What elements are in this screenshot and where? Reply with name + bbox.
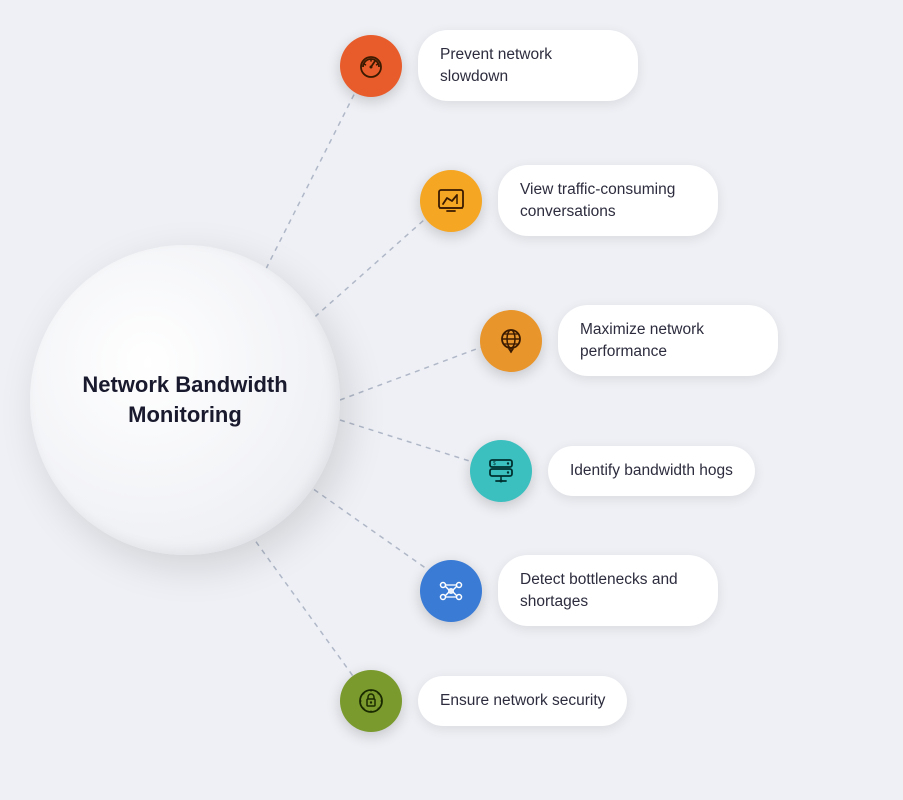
feature-label-6: Ensure network security xyxy=(418,676,627,726)
svg-text:$: $ xyxy=(493,461,496,467)
security-icon xyxy=(340,670,402,732)
feature-label-5: Detect bottlenecks and shortages xyxy=(498,555,718,626)
feature-label-4: Identify bandwidth hogs xyxy=(548,446,755,496)
feature-item-3: Maximize network performance xyxy=(480,305,778,376)
chart-icon xyxy=(420,170,482,232)
feature-item-1: Prevent network slowdown xyxy=(340,30,638,101)
feature-item-2: View traffic-consuming conversations xyxy=(420,165,718,236)
feature-item-5: Detect bottlenecks and shortages xyxy=(420,555,718,626)
feature-item-6: Ensure network security xyxy=(340,670,627,732)
center-title: Network Bandwidth Monitoring xyxy=(30,370,340,429)
feature-item-4: $ Identify bandwidth hogs xyxy=(470,440,755,502)
server-icon: $ xyxy=(470,440,532,502)
network-icon xyxy=(420,560,482,622)
feature-label-1: Prevent network slowdown xyxy=(418,30,638,101)
diagram-container: Network Bandwidth Monitoring Prevent net… xyxy=(0,0,903,800)
globe-performance-icon xyxy=(480,310,542,372)
feature-label-3: Maximize network performance xyxy=(558,305,778,376)
center-circle: Network Bandwidth Monitoring xyxy=(30,245,340,555)
speedometer-icon xyxy=(340,35,402,97)
feature-label-2: View traffic-consuming conversations xyxy=(498,165,718,236)
